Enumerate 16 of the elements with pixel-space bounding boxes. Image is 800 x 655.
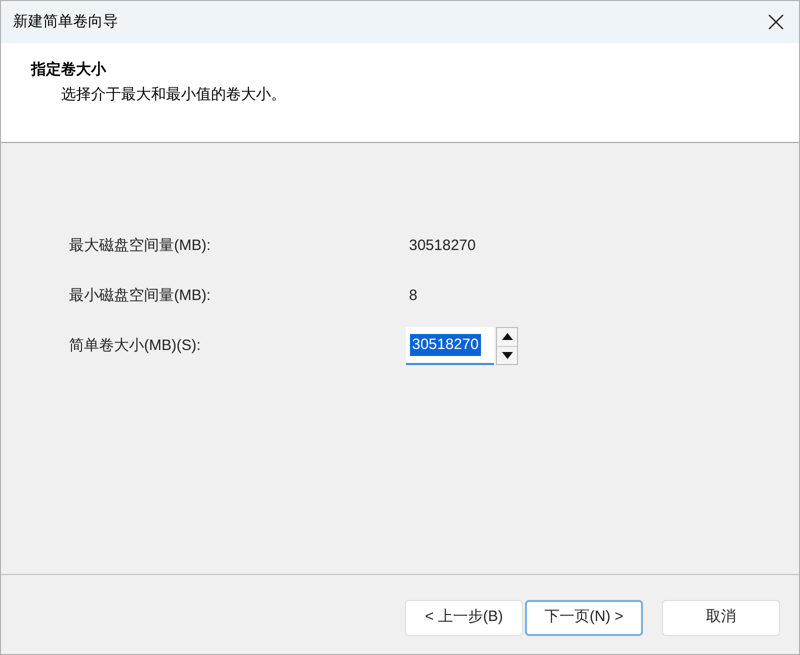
- input-value: 30518270: [410, 334, 481, 356]
- down-triangle-icon: [502, 352, 512, 359]
- page-subtitle: 选择介于最大和最小值的卷大小。: [60, 84, 287, 104]
- field-label: 最大磁盘空间量(MB):: [69, 236, 212, 256]
- up-triangle-icon: [502, 333, 512, 340]
- wizard-button[interactable]: < 上一步(B): [405, 600, 523, 636]
- size-input-field[interactable]: 30518270: [406, 327, 494, 365]
- field-label: 最小磁盘空间量(MB):: [69, 286, 212, 306]
- field-value: 8: [408, 286, 418, 306]
- wizard-button[interactable]: 取消: [662, 600, 780, 636]
- wizard-button[interactable]: 下一页(N) >: [525, 600, 643, 636]
- window-title: 新建简单卷向导: [13, 12, 118, 32]
- page-title: 指定卷大小: [31, 60, 108, 80]
- close-icon: [768, 14, 784, 30]
- field-value: 30518270: [408, 236, 476, 256]
- field-label: 简单卷大小(MB)(S):: [69, 336, 202, 356]
